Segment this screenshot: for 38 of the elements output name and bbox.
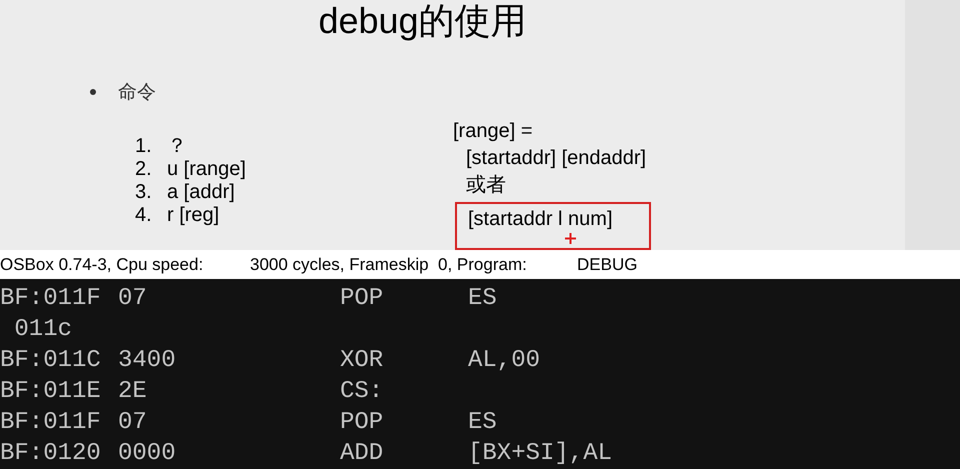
mnemonic-text: XOR [340, 346, 384, 376]
mnemonic-text: POP [340, 284, 384, 314]
range-note-line: 或者 [466, 173, 506, 198]
bullet-text: 命令 [118, 80, 156, 105]
bytes-text: 0000 [118, 438, 177, 468]
range-note-line: [range] = [453, 119, 533, 144]
range-note-line: [startaddr] [endaddr] [466, 146, 646, 171]
mnemonic-text: POP [340, 408, 384, 438]
bytes-text: 2E [118, 376, 148, 406]
address-text: BF:011E [0, 376, 102, 406]
mnemonic-text: ADD [340, 438, 384, 468]
address-text: BF:011C [0, 346, 102, 376]
address-text: BF:0120 [0, 438, 102, 468]
range-note-line: [startaddr l num] [468, 208, 613, 230]
cursor-cross-icon [565, 233, 576, 244]
operands-text: ES [468, 284, 497, 314]
address-text: BF:011F [0, 408, 102, 438]
address-text: BF:011F [0, 284, 102, 314]
status-text: DEBUG [577, 254, 638, 276]
bytes-text: 07 [118, 408, 148, 438]
status-text: OSBox 0.74-3, Cpu speed: [0, 254, 204, 276]
list-number: 1. [135, 134, 153, 159]
operands-text: ES [468, 408, 497, 438]
address-text: 011c [13, 314, 74, 344]
list-number: 3. [135, 180, 153, 205]
status-text: 3000 cycles, Frameskip 0, Program: [250, 254, 528, 276]
bytes-text: 07 [118, 284, 148, 314]
command-text: r [reg] [167, 203, 220, 228]
bytes-text: 3400 [118, 346, 177, 376]
command-text: u [range] [167, 157, 246, 182]
operands-text: AL,00 [468, 346, 540, 376]
operands-text: [BX+SI],AL [468, 438, 612, 468]
slide-title: debug的使用 [318, 0, 527, 42]
command-text: a [addr] [167, 180, 235, 205]
command-text: ？ [167, 134, 187, 159]
mnemonic-text: CS: [340, 376, 384, 406]
list-number: 2. [135, 157, 153, 182]
list-number: 4. [135, 203, 153, 228]
